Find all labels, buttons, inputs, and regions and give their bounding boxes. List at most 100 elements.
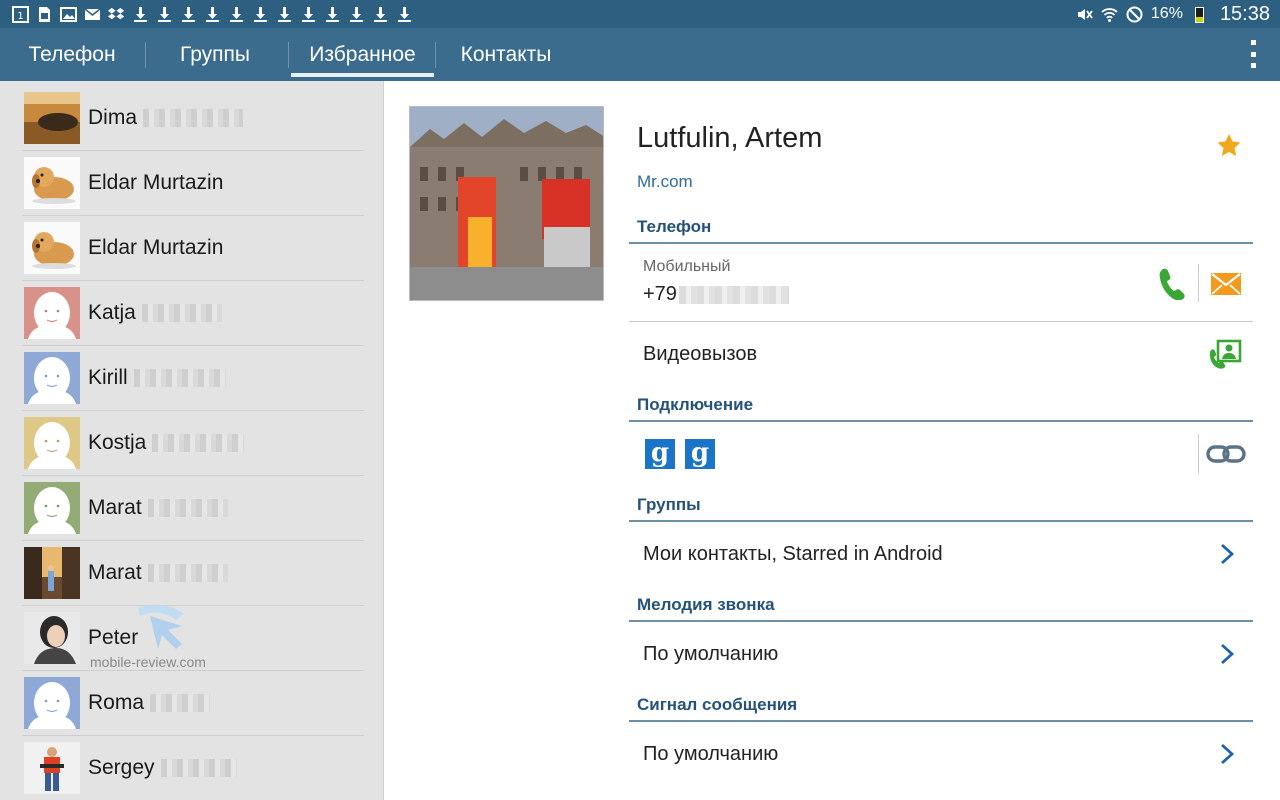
email-icon: [84, 6, 101, 23]
favorites-list: Dima Eldar Murtazin Eldar Murtazin Katja…: [0, 81, 384, 800]
list-item[interactable]: Marat: [22, 476, 364, 541]
avatar-toy-dog: [24, 222, 80, 274]
section-header-ringtone: Мелодия звонка: [637, 595, 775, 614]
avatar-photo-skater: [24, 742, 80, 794]
message-icon[interactable]: [1210, 272, 1242, 296]
blurred-surname: [133, 369, 226, 388]
chevron-right-icon[interactable]: [1218, 643, 1236, 665]
download-icon: [396, 6, 413, 23]
section-header-connection: Подключение: [637, 395, 754, 414]
google-account-icon[interactable]: g: [685, 439, 715, 469]
section-divider: [629, 720, 1253, 722]
section-divider: [629, 620, 1253, 622]
avatar-default-blue: [24, 677, 80, 729]
overflow-menu-button[interactable]: [1248, 40, 1258, 68]
list-item[interactable]: Dima: [22, 86, 364, 151]
contact-name: Eldar Murtazin: [88, 171, 224, 194]
watermark-text: mobile-review.com: [90, 654, 206, 670]
list-item[interactable]: Kirill: [22, 346, 364, 411]
tab-bar: Телефон Группы Избранное Контакты: [0, 28, 1280, 81]
section-header-groups: Группы: [637, 495, 701, 514]
blurred-surname: [147, 499, 228, 518]
row-divider: [629, 321, 1253, 322]
call-icon[interactable]: [1158, 266, 1186, 300]
contact-name: Sergey: [88, 756, 155, 779]
list-item[interactable]: Marat: [22, 541, 364, 606]
chevron-right-icon[interactable]: [1218, 543, 1236, 565]
section-divider: [629, 242, 1253, 244]
contact-name: Katja: [88, 301, 136, 324]
battery-icon: [1191, 6, 1208, 23]
tab-divider: [288, 42, 289, 68]
action-divider: [1198, 434, 1199, 474]
avatar-default-red: [24, 287, 80, 339]
list-item[interactable]: Roma: [22, 671, 364, 736]
blurred-surname: [143, 109, 244, 128]
list-item[interactable]: Katja: [22, 281, 364, 346]
ringtone-value-row[interactable]: По умолчанию: [643, 643, 778, 666]
avatar-default-blue: [24, 352, 80, 404]
favorite-star-icon[interactable]: [1214, 131, 1244, 161]
contact-photo[interactable]: [409, 106, 604, 301]
action-divider: [1198, 264, 1199, 302]
calendar-icon: 1: [12, 5, 29, 23]
download-icon: [300, 6, 317, 23]
tab-favorites[interactable]: Избранное: [291, 28, 434, 81]
link-icon[interactable]: [1206, 444, 1246, 464]
svg-text:1: 1: [17, 11, 23, 22]
section-header-message-signal: Сигнал сообщения: [637, 695, 798, 714]
tab-contacts[interactable]: Контакты: [444, 28, 568, 81]
blurred-surname: [150, 694, 211, 713]
clock: 15:38: [1219, 2, 1270, 25]
blurred-surname: [152, 434, 245, 453]
contact-name: Kirill: [88, 366, 128, 389]
tab-phone[interactable]: Телефон: [8, 28, 136, 81]
contact-name: Eldar Murtazin: [88, 236, 224, 259]
status-bar: 1 16% 15:38: [0, 0, 1280, 28]
contact-name: Kostja: [88, 431, 147, 454]
tab-divider: [145, 42, 146, 68]
download-icon: [180, 6, 197, 23]
avatar-photo-street: [24, 547, 80, 599]
no-signal-icon: [1126, 6, 1143, 23]
list-item[interactable]: Sergey: [22, 736, 364, 800]
image-icon: [60, 6, 77, 23]
contact-organization: Mr.com: [637, 172, 693, 191]
phone-number-row[interactable]: +79: [643, 283, 789, 306]
section-divider: [629, 420, 1253, 422]
video-call-icon[interactable]: [1208, 338, 1242, 370]
notification-icons: 1: [0, 5, 413, 23]
chevron-right-icon[interactable]: [1218, 743, 1236, 765]
message-signal-value-row[interactable]: По умолчанию: [643, 743, 778, 766]
blurred-phone-digits: [678, 285, 789, 304]
mute-icon: [1076, 6, 1093, 23]
contact-detail-name: Lutfulin, Artem: [637, 122, 823, 154]
download-icon: [252, 6, 269, 23]
blurred-surname: [141, 304, 222, 323]
phone-number: +79: [643, 283, 677, 305]
sim-icon: [36, 6, 53, 23]
avatar-default-yellow: [24, 417, 80, 469]
avatar-photo-floor: [24, 92, 80, 144]
groups-value-row[interactable]: Мои контакты, Starred in Android: [643, 543, 943, 566]
wifi-icon: [1101, 6, 1118, 23]
download-icon: [324, 6, 341, 23]
google-account-icon[interactable]: g: [645, 439, 675, 469]
download-icon: [204, 6, 221, 23]
download-icon: [132, 6, 149, 23]
contact-name: Marat: [88, 561, 142, 584]
video-call-row[interactable]: Видеовызов: [643, 343, 757, 366]
download-icon: [156, 6, 173, 23]
download-icon: [372, 6, 389, 23]
avatar-toy-dog: [24, 157, 80, 209]
list-item[interactable]: Kostja: [22, 411, 364, 476]
list-item[interactable]: Eldar Murtazin: [22, 151, 364, 216]
download-icon: [348, 6, 365, 23]
dropbox-icon: [108, 6, 125, 23]
download-icon: [276, 6, 293, 23]
list-item[interactable]: Eldar Murtazin: [22, 216, 364, 281]
tab-groups[interactable]: Группы: [155, 28, 275, 81]
section-header-phone: Телефон: [637, 217, 712, 236]
contact-name: Roma: [88, 691, 145, 714]
download-icon: [228, 6, 245, 23]
